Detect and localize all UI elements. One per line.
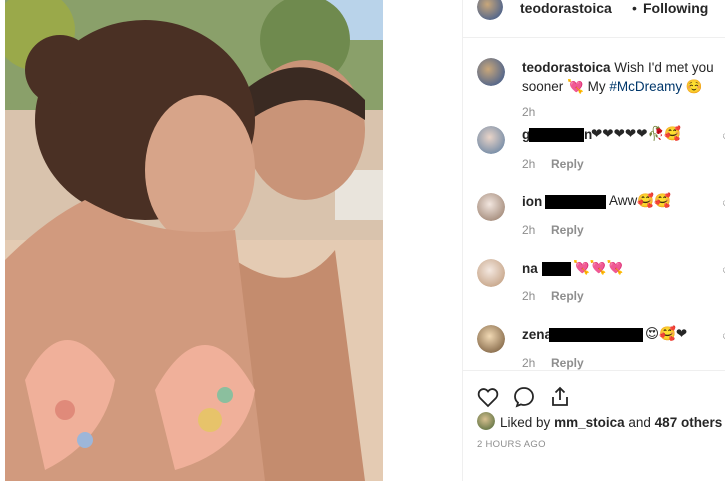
comment-time: 2h — [522, 289, 536, 303]
caption-avatar[interactable] — [477, 58, 505, 86]
comment-username[interactable]: zena — [522, 327, 552, 342]
post-details-panel: teodorastoica • Following teodorastoica … — [463, 0, 725, 481]
header-separator: • — [632, 0, 637, 16]
comment-username[interactable]: na — [522, 261, 538, 276]
post-photo[interactable] — [5, 0, 383, 481]
likes-joiner: and — [628, 415, 651, 430]
comment-icon[interactable] — [512, 385, 536, 409]
comment-username[interactable]: ion — [522, 194, 542, 209]
likes-summary: Liked by mm_stoica and 487 others — [500, 415, 722, 430]
redaction-bar — [549, 328, 643, 342]
comment-time: 2h — [522, 157, 536, 171]
follow-status-button[interactable]: Following — [643, 0, 708, 16]
comment-avatar[interactable] — [477, 325, 505, 353]
likes-count-link[interactable]: 487 others — [655, 415, 723, 430]
comment-time: 2h — [522, 356, 536, 370]
post-image-pane — [0, 0, 383, 481]
caption-hashtag-link[interactable]: #McDreamy — [609, 79, 682, 94]
caption-time: 2h — [522, 105, 536, 119]
comment-text: 😍🥰❤ — [645, 326, 688, 341]
comment-time: 2h — [522, 223, 536, 237]
liker-avatar[interactable] — [477, 412, 495, 430]
reply-button[interactable]: Reply — [551, 157, 584, 171]
comment-text: ❤❤❤❤❤🥀🥰 — [591, 126, 682, 141]
share-icon[interactable] — [548, 385, 572, 409]
liker-username[interactable]: mm_stoica — [554, 415, 625, 430]
likes-prefix: Liked by — [500, 415, 551, 430]
reply-button[interactable]: Reply — [551, 223, 584, 237]
author-username[interactable]: teodorastoica — [520, 0, 612, 16]
reply-button[interactable]: Reply — [551, 289, 584, 303]
couple-photo-illustration — [5, 0, 383, 481]
heart-icon[interactable] — [476, 385, 500, 409]
post-caption: teodorastoica Wish I'd met you sooner 💘 … — [522, 58, 722, 96]
comment-avatar[interactable] — [477, 193, 505, 221]
caption-username[interactable]: teodorastoica — [522, 60, 611, 75]
reply-button[interactable]: Reply — [551, 356, 584, 370]
redaction-bar — [529, 128, 584, 142]
redaction-bar — [545, 195, 606, 209]
comment-text: 💘💘💘 — [573, 260, 624, 275]
author-avatar[interactable] — [477, 0, 503, 20]
post-header: teodorastoica • Following — [463, 0, 725, 38]
redaction-bar — [542, 262, 571, 276]
caption-emoji-smile: ☺️ — [685, 79, 703, 94]
comment-avatar[interactable] — [477, 126, 505, 154]
caption-text-mid: My — [587, 79, 606, 94]
comment-avatar[interactable] — [477, 259, 505, 287]
caption-emoji-heart: 💘 — [567, 79, 584, 94]
comment-text: Aww🥰🥰 — [609, 193, 671, 208]
post-timestamp: 2 HOURS AGO — [477, 439, 546, 450]
